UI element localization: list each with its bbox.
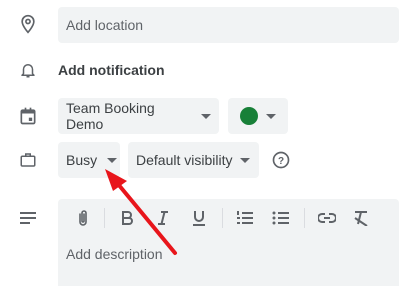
clear-formatting-icon[interactable] [350,207,372,229]
chevron-down-icon [240,157,251,163]
underline-icon[interactable] [188,207,210,229]
svg-text:?: ? [278,156,284,167]
briefcase-icon [16,148,40,172]
location-pin-icon [16,12,40,36]
help-icon[interactable]: ? [269,148,293,172]
italic-icon[interactable] [152,207,174,229]
visibility-value: Default visibility [136,152,233,168]
numbered-list-icon[interactable] [234,207,256,229]
chevron-down-icon [266,113,276,119]
calendar-color-dot [240,107,258,125]
availability-select[interactable]: Busy [58,142,120,178]
description-editor[interactable]: Add description [58,199,399,286]
bold-icon[interactable] [116,207,138,229]
attachment-icon[interactable] [72,207,94,229]
chevron-down-icon [107,157,118,163]
calendar-select[interactable]: Team Booking Demo [58,98,219,134]
toolbar-divider [104,208,105,228]
calendar-color-select[interactable] [228,98,288,134]
bulleted-list-icon[interactable] [270,207,292,229]
calendar-icon [16,104,40,128]
add-notification-label: Add notification [58,62,165,78]
toolbar-divider [222,208,223,228]
chevron-down-icon [201,113,211,119]
description-placeholder: Add description [66,246,163,262]
location-input[interactable]: Add location [58,7,399,43]
notes-icon [16,206,40,230]
availability-value: Busy [66,152,98,168]
link-icon[interactable] [316,207,338,229]
bell-icon [16,58,40,82]
location-placeholder: Add location [66,17,144,33]
add-notification-button[interactable]: Add notification [58,60,165,80]
calendar-select-value: Team Booking Demo [66,100,155,132]
toolbar-divider [304,208,305,228]
visibility-select[interactable]: Default visibility [128,142,259,178]
